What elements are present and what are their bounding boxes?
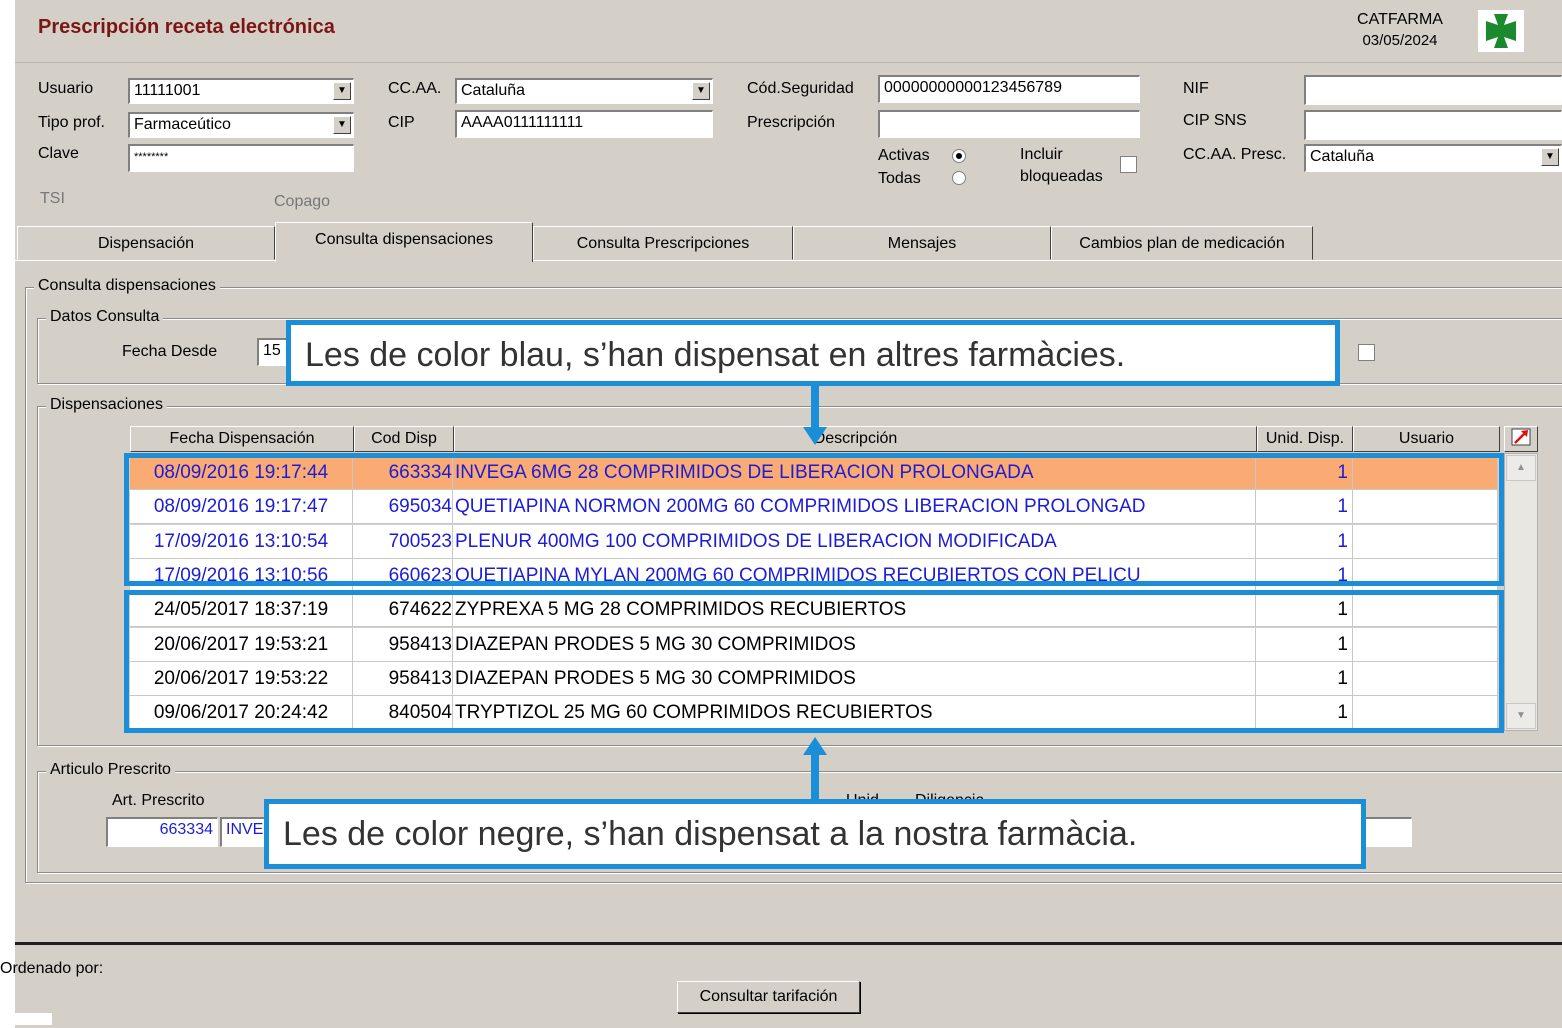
chevron-down-icon[interactable]: ▼ [1541, 148, 1559, 166]
art-prescrito-cod[interactable]: 663334 [106, 817, 218, 847]
group-title: Datos Consulta [46, 308, 164, 326]
copago-label: Copago [274, 193, 331, 210]
col-header-fecha[interactable]: Fecha Dispensación [130, 426, 354, 452]
cip-field[interactable]: AAAA0111111111 [455, 110, 713, 138]
incluir-bloqueadas-checkbox[interactable] [1120, 156, 1137, 173]
prescripcion-label: Prescripción [747, 114, 836, 131]
usuario-select[interactable]: 11111001 ▼ [128, 78, 354, 104]
ccaa-presc-select[interactable]: Cataluña ▼ [1304, 144, 1562, 172]
callout-our-pharmacy: Les de color negre, s’han dispensat a la… [264, 799, 1366, 869]
consultar-tarifacion-button[interactable]: Consultar tarifación [677, 981, 860, 1013]
pharmacy-cross-icon [1478, 10, 1524, 52]
app-title: Prescripción receta electrónica [38, 16, 335, 38]
group-title: Articulo Prescrito [46, 761, 175, 779]
tipo-prof-value: Farmaceútico [134, 116, 231, 133]
bloqueadas-label: bloqueadas [1020, 168, 1103, 185]
activas-label: Activas [878, 147, 930, 164]
clave-label: Clave [38, 145, 79, 162]
current-date: 03/05/2024 [1362, 32, 1438, 49]
black-rows-highlight [124, 590, 1504, 733]
ccaa-presc-label: CC.AA. Presc. [1183, 146, 1287, 163]
group-title: Dispensaciones [46, 396, 167, 414]
tab-consulta-prescripciones[interactable]: Consulta Prescripciones [533, 226, 793, 260]
ccaa-value: Cataluña [461, 82, 526, 99]
cip-sns-field[interactable] [1304, 110, 1562, 140]
tab-consulta-dispensaciones[interactable]: Consulta dispensaciones [275, 222, 533, 262]
nif-field[interactable] [1304, 75, 1562, 105]
ordenado-label: Ordenado por: [0, 960, 104, 977]
tsi-label: TSI [40, 190, 65, 207]
arrow-up-icon [803, 735, 827, 760]
scroll-up-icon[interactable]: ▲ [1506, 455, 1536, 481]
consulta-option-checkbox[interactable] [1358, 344, 1375, 361]
todas-label: Todas [878, 170, 921, 187]
ccaa-presc-value: Cataluña [1310, 148, 1375, 165]
art-prescrito-label: Art. Prescrito [112, 792, 205, 809]
col-header-unid[interactable]: Unid. Disp. [1257, 426, 1353, 452]
activas-radio[interactable] [952, 149, 966, 163]
callout-other-pharmacies: Les de color blau, s’han dispensat en al… [286, 320, 1340, 386]
corner-gap [0, 1013, 52, 1025]
incluir-label: Incluir [1020, 146, 1063, 163]
arrow-down-line [811, 385, 819, 433]
grid-scrollbar[interactable]: ▲ ▼ [1504, 453, 1538, 731]
fecha-desde-label: Fecha Desde [122, 343, 218, 360]
chevron-down-icon[interactable]: ▼ [333, 116, 351, 134]
tab-cambios-plan[interactable]: Cambios plan de medicación [1051, 226, 1313, 260]
cip-label: CIP [388, 114, 415, 131]
cip-sns-label: CIP SNS [1183, 112, 1247, 129]
prescripcion-field[interactable] [878, 110, 1140, 138]
cod-seguridad-label: Cód.Seguridad [747, 80, 854, 97]
blue-rows-highlight [124, 453, 1504, 586]
scroll-down-icon[interactable]: ▼ [1506, 703, 1536, 729]
col-header-cod[interactable]: Cod Disp [354, 426, 454, 452]
usuario-value: 11111001 [134, 82, 201, 99]
usuario-label: Usuario [38, 80, 94, 97]
col-header-descripcion[interactable]: Descripción [454, 426, 1257, 452]
clave-field[interactable]: ******** [128, 144, 354, 172]
cod-seguridad-field[interactable]: 00000000000123456789 [878, 75, 1140, 103]
group-title: Consulta dispensaciones [34, 277, 220, 295]
tipo-prof-label: Tipo prof. [38, 114, 105, 131]
brand-block: CATFARMA 03/05/2024 [1340, 9, 1460, 51]
col-header-usuario[interactable]: Usuario [1353, 426, 1500, 452]
tab-mensajes[interactable]: Mensajes [793, 226, 1051, 260]
nif-label: NIF [1183, 80, 1209, 97]
todas-radio[interactable] [952, 171, 966, 185]
chevron-down-icon[interactable]: ▼ [333, 82, 351, 100]
ccaa-select[interactable]: Cataluña ▼ [455, 78, 713, 104]
tab-dispensacion[interactable]: Dispensación [17, 226, 275, 260]
tipo-prof-select[interactable]: Farmaceútico ▼ [128, 112, 354, 138]
export-icon[interactable] [1504, 426, 1538, 452]
chevron-down-icon[interactable]: ▼ [692, 82, 710, 100]
arrow-down-icon [803, 427, 827, 452]
brand-name: CATFARMA [1357, 11, 1443, 28]
ccaa-label: CC.AA. [388, 80, 442, 97]
